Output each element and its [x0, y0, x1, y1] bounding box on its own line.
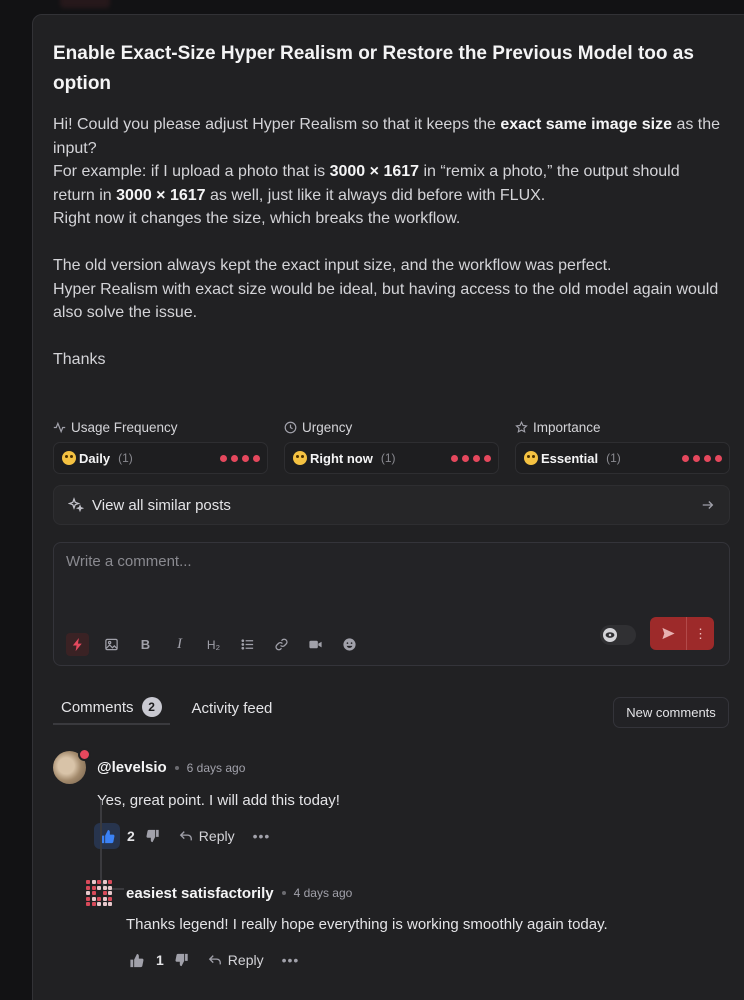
italic-icon[interactable]: I [168, 633, 191, 656]
comment-time: 4 days ago [293, 886, 353, 900]
eye-icon [603, 628, 617, 642]
metric-importance: Importance Essential (1) [515, 417, 730, 474]
thumbs-down-icon[interactable] [174, 952, 190, 968]
comment-author[interactable]: easiest satisfactorily [126, 885, 274, 902]
background-badge [60, 0, 110, 8]
metric-value: Right now [310, 450, 373, 466]
post-panel: Enable Exact-Size Hyper Realism or Resto… [32, 14, 744, 1000]
activity-icon [53, 421, 66, 433]
metric-value-pill[interactable]: Right now (1) [284, 442, 499, 474]
metric-value-pill[interactable]: Daily (1) [53, 442, 268, 474]
comment-text: Thanks legend! I really hope everything … [126, 916, 608, 933]
reply-icon [208, 955, 221, 965]
reply-icon [179, 831, 192, 841]
reply-label: Reply [198, 828, 235, 844]
post-paragraph [53, 325, 723, 349]
more-options-icon[interactable]: ••• [253, 828, 271, 844]
metric-value: Daily [79, 450, 111, 466]
more-options-icon[interactable]: ••• [282, 952, 300, 968]
lightning-icon[interactable] [66, 633, 89, 656]
post-paragraph: For example: if I upload a photo that is… [53, 163, 680, 204]
comment: @levelsio 6 days ago [53, 748, 246, 784]
like-count: 1 [156, 952, 164, 968]
thread-connector [100, 800, 124, 890]
post-paragraph [53, 231, 723, 255]
comment-input[interactable] [66, 553, 706, 593]
similar-label: View all similar posts [92, 496, 231, 514]
tab-label: Comments [61, 698, 134, 716]
send-options-button[interactable]: ⋮ [686, 617, 714, 650]
new-comments-button[interactable]: New comments [613, 697, 729, 728]
heading-icon[interactable]: H₂ [202, 633, 225, 656]
view-similar-posts-button[interactable]: View all similar posts [53, 485, 730, 525]
metric-count: (1) [380, 451, 396, 465]
metric-value: Essential [541, 450, 599, 466]
send-button-group: ⋮ [650, 617, 714, 650]
comment-time: 6 days ago [186, 760, 246, 775]
thumbs-up-icon[interactable] [123, 947, 149, 973]
metric-label: Urgency [302, 419, 353, 435]
comment-composer: B I H₂ ⋮ [53, 542, 730, 666]
level-dots [220, 454, 260, 462]
post-body: Hi! Could you please adjust Hyper Realis… [53, 113, 723, 372]
bold-icon[interactable]: B [134, 633, 157, 656]
level-dots [682, 454, 722, 462]
metric-value-pill[interactable]: Essential (1) [515, 442, 730, 474]
post-paragraph: Hyper Realism with exact size would be i… [53, 280, 719, 322]
star-icon [515, 420, 528, 433]
thumbs-down-icon[interactable] [145, 828, 161, 844]
sparkles-icon [68, 497, 84, 513]
metrics-row: Usage Frequency Daily (1) Urgency Right … [53, 417, 730, 474]
avatar[interactable] [53, 748, 91, 784]
formatting-toolbar: B I H₂ [66, 633, 361, 656]
tab-comments[interactable]: Comments 2 [53, 691, 170, 725]
smiley-emoji-icon [524, 451, 538, 465]
emoji-icon[interactable] [338, 633, 361, 656]
avatar[interactable] [85, 879, 113, 907]
metric-urgency: Urgency Right now (1) [284, 417, 499, 474]
image-icon[interactable] [100, 633, 123, 656]
comment: easiest satisfactorily 4 days ago [85, 879, 352, 907]
tab-activity-feed[interactable]: Activity feed [184, 691, 281, 725]
smiley-emoji-icon [293, 451, 307, 465]
verified-badge-icon [78, 748, 91, 761]
post-paragraph: Right now it changes the size, which bre… [53, 210, 461, 227]
clock-icon [284, 421, 297, 433]
metric-usage-frequency: Usage Frequency Daily (1) [53, 417, 268, 474]
comments-count-badge: 2 [141, 697, 162, 717]
reply-button[interactable]: Reply [208, 952, 264, 968]
send-button[interactable] [650, 617, 686, 650]
arrow-right-icon [702, 501, 714, 509]
comment-text: Yes, great point. I will add this today! [97, 792, 340, 809]
like-count: 2 [127, 828, 135, 844]
reply-button[interactable]: Reply [179, 828, 235, 844]
post-title: Enable Exact-Size Hyper Realism or Resto… [53, 43, 694, 94]
comment-actions: 1 Reply ••• [123, 947, 299, 973]
tab-label: Activity feed [191, 699, 273, 717]
link-icon[interactable] [270, 633, 293, 656]
post-paragraph: Thanks [53, 351, 106, 368]
post-paragraph: Hi! Could you please adjust Hyper Realis… [53, 116, 721, 157]
level-dots [451, 454, 491, 462]
post-paragraph: The old version always kept the exact in… [53, 257, 612, 274]
smiley-emoji-icon [62, 451, 76, 465]
list-icon[interactable] [236, 633, 259, 656]
comment-author[interactable]: @levelsio [97, 759, 167, 776]
metric-label: Importance [533, 419, 601, 435]
comment-tabs: Comments 2 Activity feed [53, 691, 280, 725]
metric-label: Usage Frequency [71, 419, 178, 435]
reply-label: Reply [227, 952, 264, 968]
metric-count: (1) [606, 451, 621, 465]
visibility-toggle[interactable] [600, 625, 636, 645]
metric-count: (1) [118, 451, 133, 465]
send-icon [661, 627, 675, 640]
video-icon[interactable] [304, 633, 327, 656]
